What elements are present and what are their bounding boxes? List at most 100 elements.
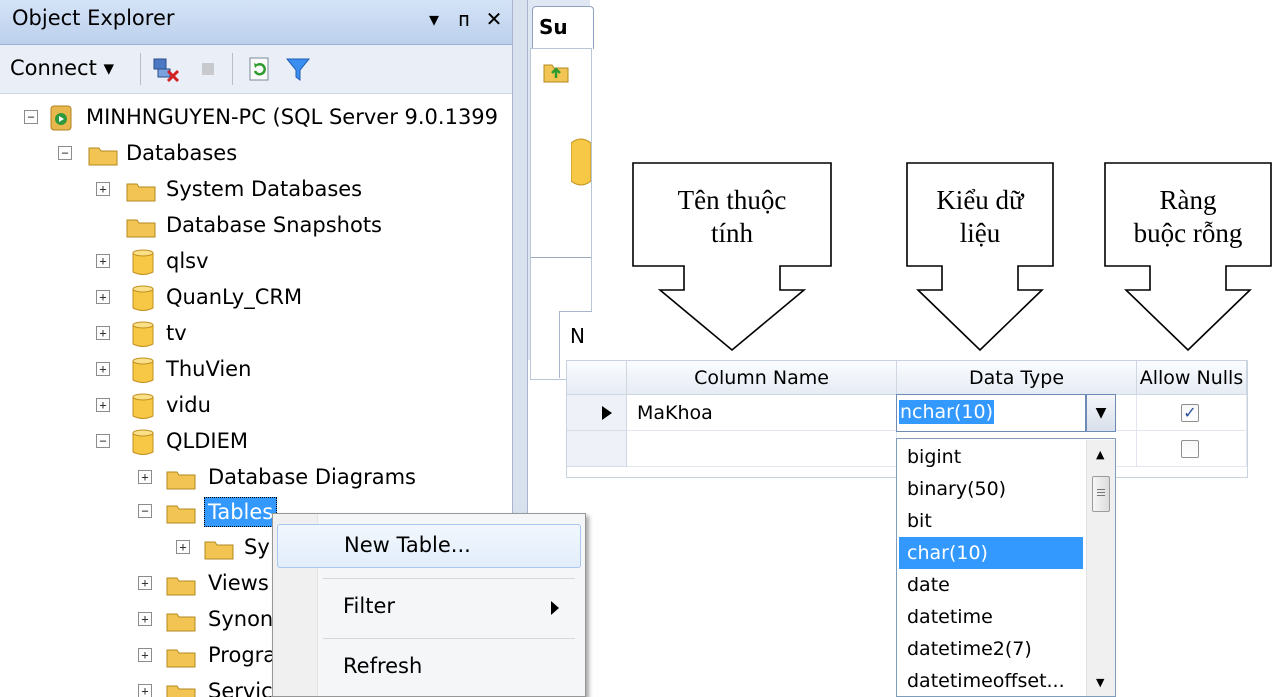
dropdown-option-selected[interactable]: char(10) (899, 537, 1083, 569)
data-type-header[interactable]: Data Type (897, 361, 1137, 395)
dropdown-option[interactable]: datetimeoffset... (899, 665, 1083, 696)
dropdown-option[interactable]: bigint (899, 441, 1083, 473)
server-icon (50, 105, 72, 131)
folder-icon (166, 649, 196, 668)
collapse-icon[interactable]: − (58, 146, 72, 160)
dropdown-scrollbar[interactable]: ▲ ▼ (1086, 440, 1115, 696)
summary-tab[interactable]: Su (532, 6, 594, 49)
tree-node-tv[interactable]: + tv (0, 318, 512, 354)
folder-icon (88, 147, 118, 166)
allow-nulls-checkbox[interactable] (1181, 440, 1199, 458)
object-explorer-toolbar: Connect ▾ (0, 45, 514, 94)
window-position-dropdown-icon[interactable]: ▾ (422, 6, 446, 32)
dropdown-option[interactable]: binary(50) (899, 473, 1083, 505)
expand-icon[interactable]: + (176, 540, 190, 554)
expand-icon[interactable]: + (96, 254, 110, 268)
column-name-cell[interactable]: MaKhoa (627, 395, 897, 431)
allow-nulls-cell[interactable] (1137, 431, 1247, 467)
menu-item-refresh[interactable]: Refresh (277, 646, 581, 690)
databases-label: Databases (126, 141, 238, 165)
database-icon (132, 429, 154, 455)
collapse-icon[interactable]: − (24, 110, 38, 124)
tree-node-quanly-crm[interactable]: + QuanLy_CRM (0, 282, 512, 318)
current-row-arrow-icon (602, 406, 612, 420)
submenu-arrow-icon (551, 601, 559, 615)
tree-node-thuvien[interactable]: + ThuVien (0, 354, 512, 390)
expand-icon[interactable]: + (138, 470, 152, 484)
tree-node-vidu[interactable]: + vidu (0, 390, 512, 426)
tree-node-databases[interactable]: − Databases (0, 138, 512, 174)
callout-line: Tên thuộc (677, 185, 787, 215)
auto-hide-pin-icon[interactable]: ᴨ (452, 6, 476, 32)
expand-icon[interactable]: + (138, 576, 152, 590)
chevron-down-icon: ▼ (1095, 405, 1107, 421)
programmability-label: Progra (208, 643, 277, 667)
tree-node-database-snapshots[interactable]: Database Snapshots (0, 210, 512, 246)
allow-nulls-cell[interactable]: ✓ (1137, 395, 1247, 431)
system-databases-label: System Databases (166, 177, 363, 201)
expand-icon[interactable]: + (96, 398, 110, 412)
folder-icon (166, 505, 196, 524)
menu-item-new-table[interactable]: New Table... (277, 524, 581, 568)
refresh-icon[interactable] (246, 55, 274, 83)
tree-node-database-diagrams[interactable]: + Database Diagrams (0, 462, 512, 498)
up-folder-icon[interactable] (543, 59, 569, 83)
expand-icon[interactable]: + (96, 362, 110, 376)
tree-node-system-databases[interactable]: + System Databases (0, 174, 512, 210)
service-broker-label: Servic (208, 679, 273, 697)
scroll-up-icon[interactable]: ▲ (1096, 448, 1104, 461)
data-type-dropdown-button[interactable]: ▼ (1086, 394, 1116, 432)
row-selector[interactable] (567, 431, 627, 467)
callout-data-type: Kiểu dữ liệu (906, 162, 1054, 352)
database-icon (132, 321, 154, 347)
scroll-down-icon[interactable]: ▼ (1096, 676, 1104, 689)
callout-line: liệu (959, 218, 1001, 248)
scrollbar-thumb[interactable] (1092, 476, 1110, 512)
expand-icon[interactable]: + (96, 182, 110, 196)
stop-icon[interactable] (194, 55, 222, 83)
menu-item-label: New Table... (344, 533, 471, 557)
folder-icon (126, 219, 156, 238)
data-type-value: nchar(10) (899, 400, 994, 424)
divider (531, 257, 591, 258)
close-icon[interactable]: ✕ (482, 6, 506, 32)
system-tables-label: Sy (244, 535, 270, 559)
tree-node-qldiem[interactable]: − QLDIEM (0, 426, 512, 462)
db-quanly-crm-label: QuanLy_CRM (166, 285, 303, 309)
expand-icon[interactable]: + (96, 290, 110, 304)
expand-icon[interactable]: + (138, 648, 152, 662)
summary-list-header: N (570, 324, 585, 348)
dropdown-option[interactable]: datetime (899, 601, 1083, 633)
tree-node-qlsv[interactable]: + qlsv (0, 246, 512, 282)
db-qlsv-label: qlsv (166, 249, 209, 273)
data-type-combobox[interactable]: nchar(10) (896, 394, 1086, 432)
column-name-header[interactable]: Column Name (627, 361, 897, 395)
data-type-dropdown-list: bigint binary(50) bit char(10) date date… (896, 438, 1116, 697)
database-icon (132, 357, 154, 383)
filter-icon[interactable] (284, 55, 312, 83)
collapse-icon[interactable]: − (138, 504, 152, 518)
allow-nulls-checkbox-checked[interactable]: ✓ (1181, 404, 1199, 422)
row-selector[interactable] (567, 395, 627, 431)
connect-dropdown-button[interactable]: Connect ▾ (10, 56, 114, 80)
folder-icon (166, 685, 196, 697)
database-icon (132, 393, 154, 419)
menu-item-filter[interactable]: Filter (277, 586, 581, 630)
dropdown-option[interactable]: date (899, 569, 1083, 601)
tables-label: Tables (204, 497, 278, 527)
dropdown-option[interactable]: datetime2(7) (899, 633, 1083, 665)
db-qldiem-label: QLDIEM (166, 429, 248, 453)
expand-icon[interactable]: + (138, 612, 152, 626)
tree-node-server[interactable]: − MINHNGUYEN-PC (SQL Server 9.0.1399 (0, 102, 512, 138)
column-name-cell[interactable] (627, 431, 897, 467)
expand-icon[interactable]: + (138, 684, 152, 697)
collapse-icon[interactable]: − (96, 434, 110, 448)
dropdown-option[interactable]: bit (899, 505, 1083, 537)
expand-icon[interactable]: + (96, 326, 110, 340)
menu-separator (323, 638, 575, 639)
callout-line: tính (710, 218, 753, 248)
callout-allow-nulls-text: Ràng buộc rỗng (1104, 184, 1272, 250)
db-tv-label: tv (166, 321, 187, 345)
allow-nulls-header[interactable]: Allow Nulls (1137, 361, 1247, 395)
disconnect-icon[interactable] (152, 55, 180, 83)
